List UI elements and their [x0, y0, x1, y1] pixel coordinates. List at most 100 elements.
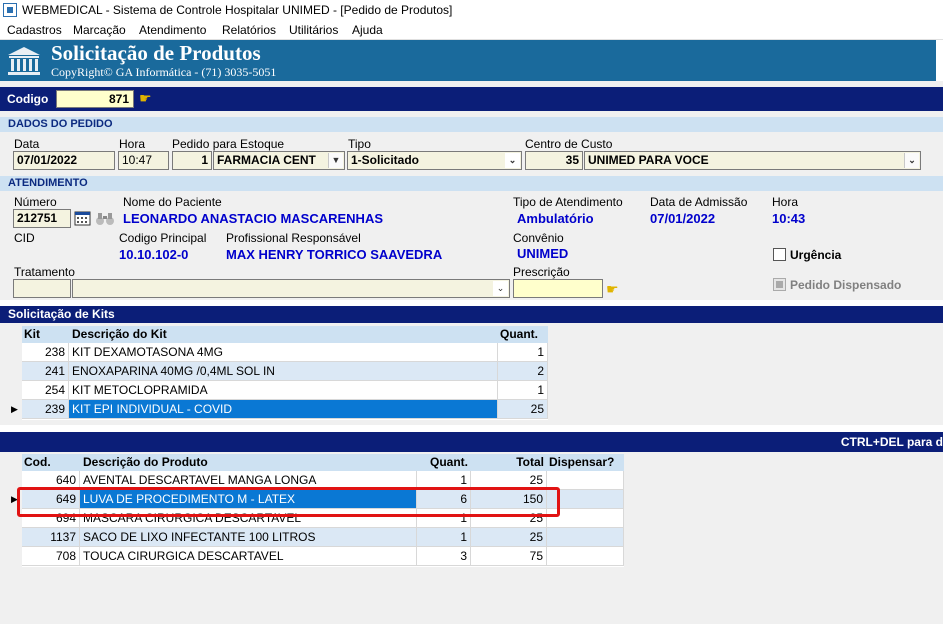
menu-cadastros[interactable]: Cadastros [7, 23, 62, 37]
estoque-select[interactable]: FARMACIA CENT ▼ [213, 151, 345, 170]
calendar-icon[interactable] [74, 210, 91, 226]
tipo-label: Tipo [348, 137, 371, 151]
menu-bar: Cadastros Marcação Atendimento Relatório… [0, 20, 943, 40]
centro-custo-select[interactable]: UNIMED PARA VOCE ⌄ [584, 151, 921, 170]
numero-label: Número [14, 195, 57, 209]
kits-header-descricao[interactable]: Descrição do Kit [69, 326, 498, 343]
produto-total[interactable]: 75 [471, 547, 547, 566]
codigo-bar: Codigo 871 ☛ [0, 87, 943, 111]
profissional-label: Profissional Responsável [226, 231, 361, 245]
kit-desc-selected[interactable]: KIT EPI INDIVIDUAL - COVID [69, 400, 498, 419]
kit-desc[interactable]: KIT DEXAMOTASONA 4MG [69, 343, 498, 362]
hora-admissao-value: 10:43 [772, 211, 806, 226]
menu-ajuda[interactable]: Ajuda [352, 23, 383, 37]
tipo-select-value: 1-Solicitado [351, 153, 420, 167]
centro-custo-label: Centro de Custo [525, 137, 613, 151]
kit-qty[interactable]: 2 [498, 362, 548, 381]
kit-code[interactable]: 241 [22, 362, 69, 381]
admissao-label: Data de Admissão [650, 195, 748, 209]
produtos-header-cod[interactable]: Cod. [22, 454, 80, 471]
convenio-label: Convênio [513, 231, 564, 245]
pointing-hand-icon[interactable]: ☛ [606, 281, 619, 298]
app-icon [3, 3, 17, 17]
tipo-select[interactable]: 1-Solicitado ⌄ [347, 151, 522, 170]
kits-header-quant[interactable]: Quant. [498, 326, 548, 343]
highlight-box [17, 487, 560, 517]
prescricao-label: Prescrição [513, 265, 570, 279]
urgencia-checkbox[interactable] [773, 248, 786, 261]
building-icon [8, 47, 40, 75]
codigo-label: Codigo [7, 92, 49, 106]
produto-qty[interactable]: 1 [417, 528, 471, 547]
tratamento-label: Tratamento [14, 265, 75, 279]
produtos-grid-header: Cod. Descrição do Produto Quant. Total D… [22, 454, 624, 471]
kits-title-bar: Solicitação de Kits [0, 306, 943, 323]
tratamento-code-field[interactable] [13, 279, 71, 298]
produto-total[interactable]: 25 [471, 528, 547, 547]
kits-rows-body: 238 KIT DEXAMOTASONA 4MG 1 241 ENOXAPARI… [22, 343, 548, 420]
urgencia-label: Urgência [790, 248, 842, 262]
kit-desc[interactable]: ENOXAPARINA 40MG /0,4ML SOL IN [69, 362, 498, 381]
codigo-input[interactable]: 871 [56, 90, 134, 108]
section-dados-pedido: DADOS DO PEDIDO [0, 117, 943, 132]
kit-qty[interactable]: 1 [498, 343, 548, 362]
produto-cod[interactable]: 1137 [22, 528, 80, 547]
codigo-principal-label: Codigo Principal [119, 231, 207, 245]
estoque-label: Pedido para Estoque [172, 137, 285, 151]
produto-dispensar[interactable] [547, 547, 624, 566]
window-title-bar: WEBMEDICAL - Sistema de Controle Hospita… [0, 0, 943, 20]
prescricao-field[interactable] [513, 279, 603, 298]
kit-code[interactable]: 254 [22, 381, 69, 400]
cid-label: CID [14, 231, 35, 245]
data-field[interactable]: 07/01/2022 [13, 151, 115, 170]
codigo-principal-value: 10.10.102-0 [119, 247, 189, 262]
copyright-text: CopyRight© GA Informática - (71) 3035-50… [51, 65, 277, 79]
produtos-header-total[interactable]: Total [471, 454, 547, 471]
banner-edge [936, 40, 943, 81]
chevron-down-icon[interactable]: ▼ [328, 153, 343, 168]
section-atendimento: ATENDIMENTO [0, 176, 943, 191]
separator [0, 425, 943, 432]
kit-desc[interactable]: KIT METOCLOPRAMIDA [69, 381, 498, 400]
produto-desc[interactable]: TOUCA CIRURGICA DESCARTAVEL [80, 547, 417, 566]
produtos-grid: 640 AVENTAL DESCARTAVEL MANGA LONGA 1 25… [22, 471, 624, 567]
produto-dispensar[interactable] [547, 528, 624, 547]
hora-label: Hora [119, 137, 146, 151]
kit-qty[interactable]: 25 [498, 400, 548, 419]
produto-desc[interactable]: SACO DE LIXO INFECTANTE 100 LITROS [80, 528, 417, 547]
produto-qty[interactable]: 3 [417, 547, 471, 566]
centro-custo-code-field[interactable]: 35 [525, 151, 583, 170]
produtos-header-descricao[interactable]: Descrição do Produto [80, 454, 417, 471]
kits-header-kit[interactable]: Kit [22, 326, 69, 343]
page-title: Solicitação de Produtos [51, 41, 261, 65]
profissional-value: MAX HENRY TORRICO SAAVEDRA [226, 247, 443, 262]
estoque-select-value: FARMACIA CENT [217, 153, 316, 167]
chevron-down-icon[interactable]: ⌄ [904, 153, 919, 168]
hora-admissao-label: Hora [772, 195, 799, 209]
menu-marcacao[interactable]: Marcação [73, 23, 126, 37]
produtos-header-dispensar[interactable]: Dispensar? [547, 454, 624, 471]
kit-code[interactable]: 238 [22, 343, 69, 362]
dispensado-label: Pedido Dispensado [790, 278, 902, 292]
produto-cod[interactable]: 708 [22, 547, 80, 566]
kit-qty[interactable]: 1 [498, 381, 548, 400]
pointing-hand-icon[interactable]: ☛ [139, 90, 152, 107]
tratamento-select[interactable]: ⌄ [72, 279, 510, 298]
chevron-down-icon[interactable]: ⌄ [493, 281, 508, 296]
convenio-value: UNIMED [517, 246, 569, 261]
binoculars-icon[interactable] [95, 210, 115, 226]
tipo-atendimento-label: Tipo de Atendimento [513, 195, 623, 209]
produtos-header-quant[interactable]: Quant. [417, 454, 471, 471]
numero-field[interactable]: 212751 [13, 209, 71, 228]
menu-utilitarios[interactable]: Utilitários [289, 23, 338, 37]
chevron-down-icon[interactable]: ⌄ [505, 153, 520, 168]
kit-code[interactable]: 239 [22, 400, 69, 419]
menu-relatorios[interactable]: Relatórios [222, 23, 276, 37]
tipo-atendimento-value: Ambulatório [517, 211, 594, 226]
paciente-value: LEONARDO ANASTACIO MASCARENHAS [123, 211, 383, 226]
estoque-code-field[interactable]: 1 [172, 151, 212, 170]
hora-field[interactable]: 10:47 [118, 151, 169, 170]
menu-atendimento[interactable]: Atendimento [139, 23, 206, 37]
dispensado-checkbox [773, 278, 786, 291]
centro-custo-select-value: UNIMED PARA VOCE [588, 153, 709, 167]
